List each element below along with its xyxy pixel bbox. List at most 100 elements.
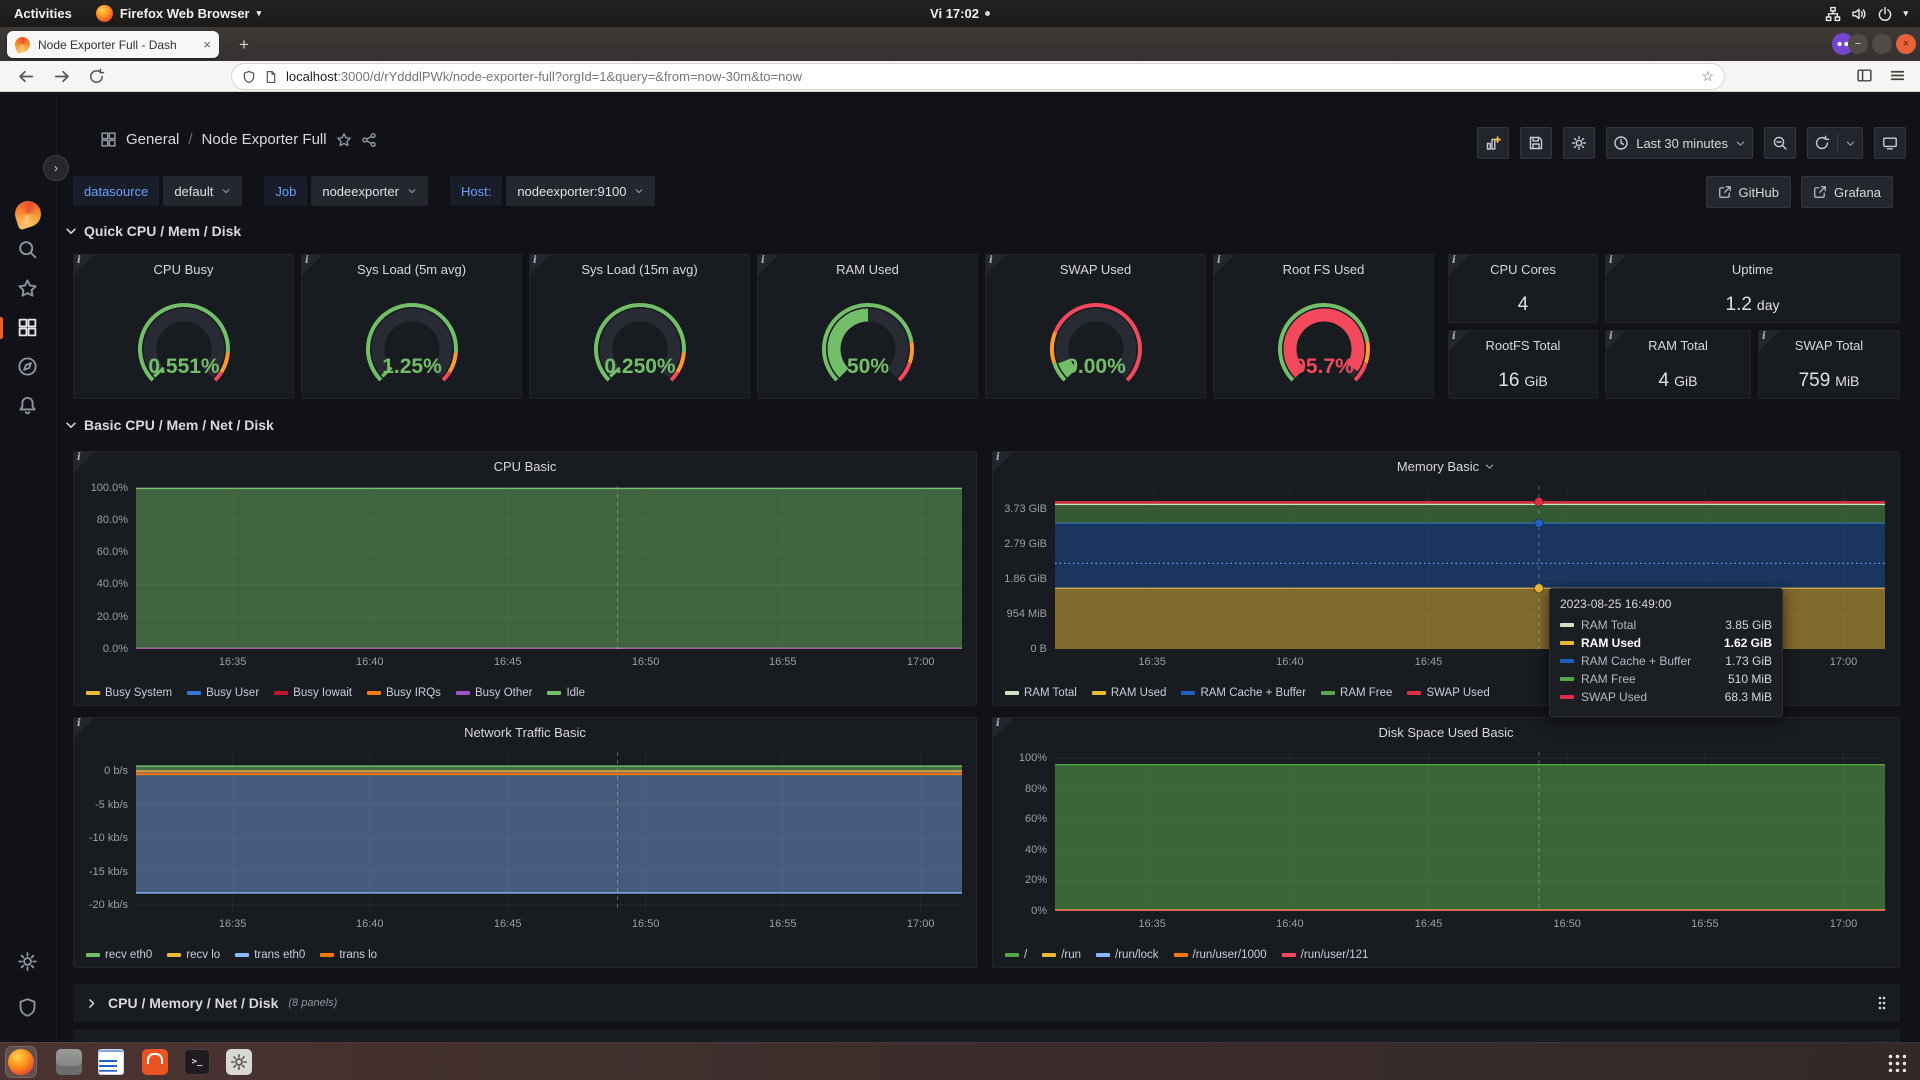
panel-info-corner[interactable]: i — [1606, 255, 1626, 275]
filter-value-dropdown[interactable]: nodeexporter — [311, 176, 428, 206]
panel-info-corner[interactable]: i — [74, 718, 94, 738]
legend-item[interactable]: Idle — [547, 687, 585, 699]
tab-close-icon[interactable]: × — [203, 37, 211, 52]
add-panel-button[interactable] — [1477, 127, 1509, 159]
window-maximize-button[interactable] — [1872, 34, 1892, 54]
panel-title[interactable]: Root FS Used — [1244, 262, 1403, 277]
taskbar-tweaks[interactable] — [224, 1047, 254, 1077]
legend-item[interactable]: Busy System — [86, 687, 172, 699]
panel-info-corner[interactable]: i — [1449, 331, 1469, 351]
legend-item[interactable]: Busy Other — [456, 687, 533, 699]
window-close-button[interactable]: × — [1896, 34, 1916, 54]
legend-item[interactable]: /run/user/1000 — [1174, 949, 1267, 961]
app-menu-button[interactable]: Firefox Web Browser ▾ — [86, 5, 271, 22]
panel-title[interactable]: Uptime — [1636, 262, 1869, 277]
panel-title[interactable]: Network Traffic Basic — [104, 725, 946, 740]
configuration-gear-icon[interactable] — [17, 951, 38, 972]
panel-info-corner[interactable]: i — [530, 255, 550, 275]
panel-info-corner[interactable]: i — [1759, 331, 1779, 351]
panel-info-corner[interactable]: i — [74, 452, 94, 472]
panel-title[interactable]: RAM Total — [1636, 338, 1720, 353]
bookmark-star-icon[interactable]: ☆ — [1701, 68, 1714, 85]
row-header-basic[interactable]: Basic CPU / Mem / Net / Disk — [64, 417, 274, 433]
legend-item[interactable]: /run — [1042, 949, 1081, 961]
github-link-button[interactable]: GitHub — [1706, 176, 1791, 208]
network-traffic-chart[interactable] — [136, 752, 962, 911]
panel-title[interactable]: Sys Load (15m avg) — [560, 262, 719, 277]
activities-button[interactable]: Activities — [0, 0, 86, 27]
breadcrumb-folder[interactable]: General — [126, 131, 179, 148]
panel-info-corner[interactable]: i — [758, 255, 778, 275]
legend-item[interactable]: RAM Total — [1005, 687, 1077, 699]
tv-mode-button[interactable] — [1874, 127, 1906, 159]
row-header-cpu-memory-net-disk[interactable]: CPU / Memory / Net / Disk (8 panels) — [73, 984, 1900, 1022]
panel-info-corner[interactable]: i — [302, 255, 322, 275]
legend-item[interactable]: Busy Iowait — [274, 687, 352, 699]
new-tab-button[interactable]: + — [232, 33, 256, 57]
favorite-star-icon[interactable] — [336, 132, 352, 148]
taskbar-terminal[interactable]: >_ — [182, 1047, 212, 1077]
legend-item[interactable]: Busy IRQs — [367, 687, 441, 699]
refresh-button[interactable] — [1807, 127, 1863, 159]
taskbar-ubuntu-software[interactable] — [140, 1047, 170, 1077]
taskbar-firefox[interactable] — [6, 1047, 36, 1077]
legend-item[interactable]: trans eth0 — [235, 949, 305, 961]
save-to-pocket-icon[interactable] — [1856, 67, 1873, 84]
legend-item[interactable]: RAM Used — [1092, 687, 1167, 699]
alerting-bell-icon[interactable] — [17, 395, 38, 416]
clock-menu[interactable]: Vi 17:02 — [900, 6, 1020, 21]
share-icon[interactable] — [361, 132, 377, 148]
filter-value-dropdown[interactable]: nodeexporter:9100 — [506, 176, 655, 206]
search-icon[interactable] — [17, 239, 38, 260]
url-bar[interactable]: localhost:3000/d/rYdddlPWk/node-exporter… — [232, 64, 1724, 89]
legend-item[interactable]: / — [1005, 949, 1027, 961]
starred-icon[interactable] — [17, 278, 38, 299]
panel-info-corner[interactable]: i — [74, 255, 94, 275]
explore-compass-icon[interactable] — [17, 356, 38, 377]
panel-info-corner[interactable]: i — [1606, 331, 1626, 351]
panel-title[interactable]: CPU Cores — [1479, 262, 1567, 277]
zoom-out-time-button[interactable] — [1764, 127, 1796, 159]
panel-info-corner[interactable]: i — [1214, 255, 1234, 275]
show-applications-icon[interactable] — [1886, 1052, 1906, 1072]
time-range-picker[interactable]: Last 30 minutes — [1606, 127, 1753, 159]
panel-title[interactable]: Memory Basic — [1023, 459, 1869, 474]
dashboards-icon[interactable] — [17, 317, 38, 338]
panel-info-corner[interactable]: i — [993, 452, 1013, 472]
legend-item[interactable]: recv lo — [167, 949, 220, 961]
disk-space-chart[interactable] — [1055, 752, 1885, 911]
row-header-quick[interactable]: Quick CPU / Mem / Disk — [64, 223, 241, 239]
legend-item[interactable]: /run/lock — [1096, 949, 1158, 961]
panel-title[interactable]: SWAP Used — [1016, 262, 1175, 277]
panel-title[interactable]: Disk Space Used Basic — [1023, 725, 1869, 740]
browser-tab[interactable]: Node Exporter Full - Dash × — [7, 31, 219, 58]
legend-item[interactable]: recv eth0 — [86, 949, 152, 961]
taskbar-file-manager[interactable] — [54, 1047, 84, 1077]
system-status-menu[interactable]: ▾ — [1825, 6, 1920, 22]
panel-title[interactable]: CPU Busy — [104, 262, 263, 277]
save-dashboard-button[interactable] — [1520, 127, 1552, 159]
legend-item[interactable]: RAM Free — [1321, 687, 1392, 699]
legend-item[interactable]: RAM Cache + Buffer — [1181, 687, 1306, 699]
panel-title[interactable]: Sys Load (5m avg) — [332, 262, 491, 277]
sidebar-expand-button[interactable]: › — [43, 155, 69, 181]
cpu-basic-chart[interactable] — [136, 486, 962, 649]
panel-info-corner[interactable]: i — [1449, 255, 1469, 275]
panel-title[interactable]: RootFS Total — [1479, 338, 1567, 353]
panel-info-corner[interactable]: i — [993, 718, 1013, 738]
panel-title[interactable]: SWAP Total — [1789, 338, 1869, 353]
panel-title[interactable]: CPU Basic — [104, 459, 946, 474]
legend-item[interactable]: trans lo — [320, 949, 377, 961]
tracking-shield-icon[interactable] — [242, 70, 256, 84]
legend-item[interactable]: /run/user/121 — [1282, 949, 1369, 961]
legend-item[interactable]: SWAP Used — [1407, 687, 1489, 699]
taskbar-libreoffice-writer[interactable] — [96, 1047, 126, 1077]
menu-hamburger-icon[interactable] — [1889, 67, 1906, 84]
forward-button[interactable] — [53, 68, 70, 85]
grafana-link-button[interactable]: Grafana — [1801, 176, 1893, 208]
grafana-logo[interactable] — [12, 198, 45, 231]
panel-info-corner[interactable]: i — [986, 255, 1006, 275]
drag-handle-icon[interactable] — [1876, 995, 1888, 1011]
filter-value-dropdown[interactable]: default — [163, 176, 242, 206]
legend-item[interactable]: Busy User — [187, 687, 259, 699]
